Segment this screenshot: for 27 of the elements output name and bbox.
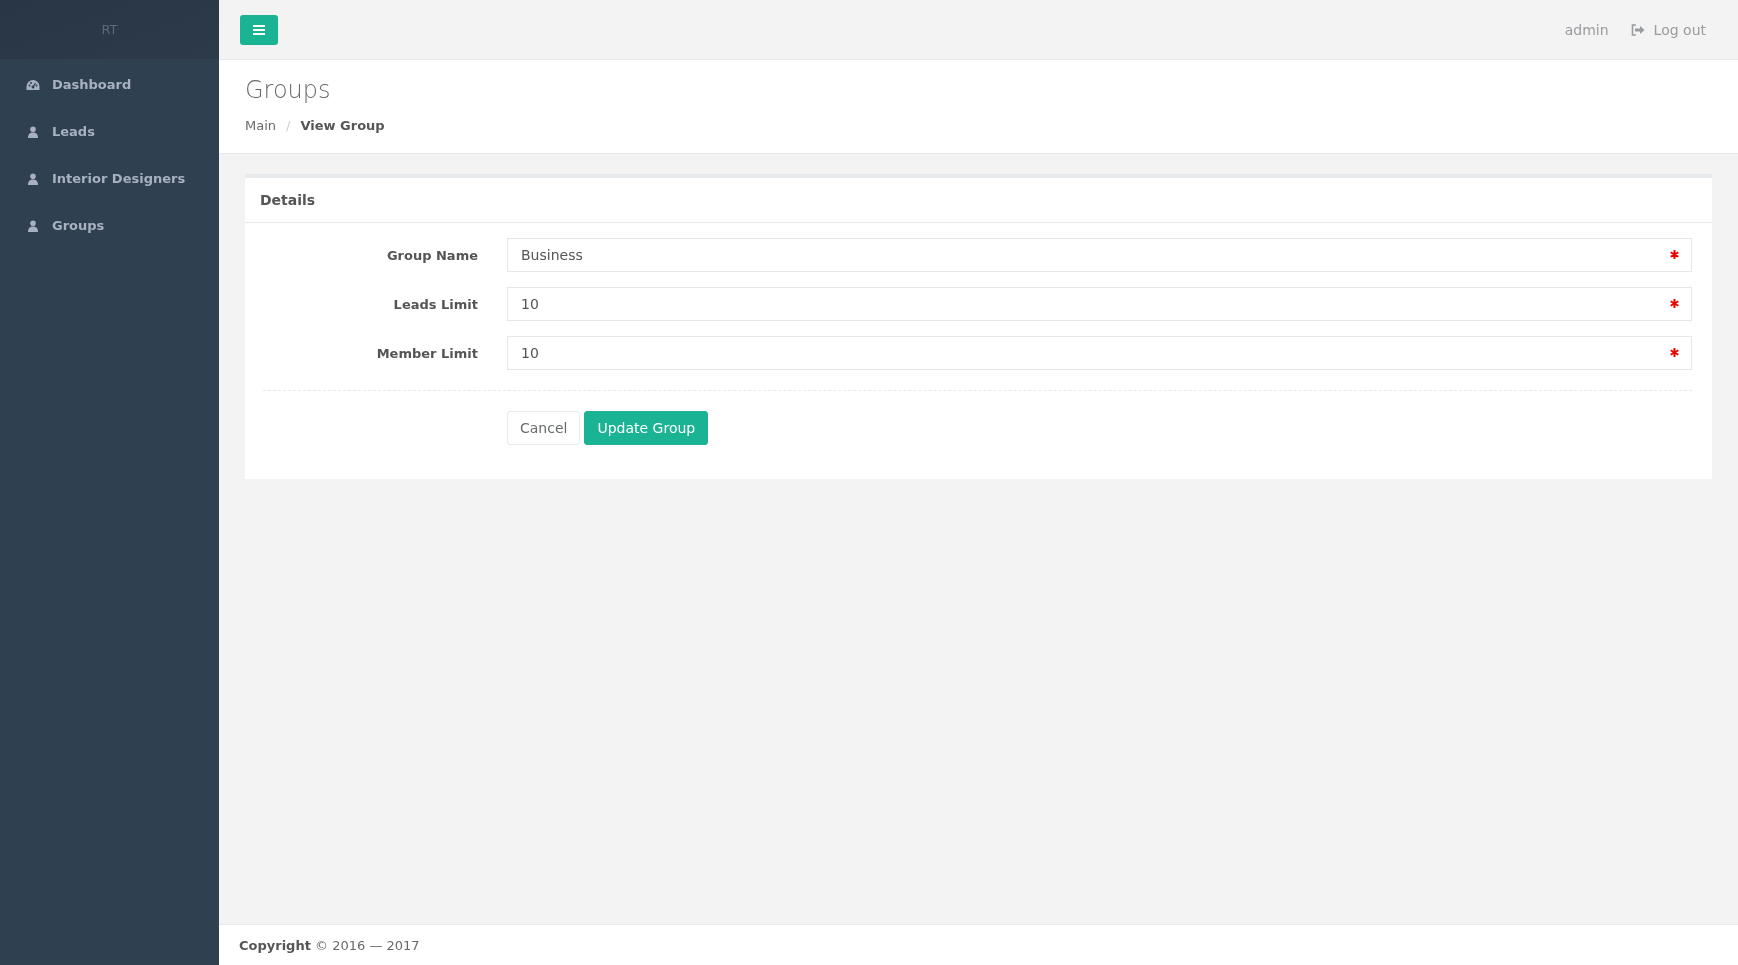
sign-out-icon: [1630, 23, 1645, 36]
page-title: Groups: [245, 76, 332, 104]
user-icon: [26, 172, 40, 185]
input-field[interactable]: 10: [507, 336, 1692, 370]
field-label: Member Limit: [375, 345, 478, 361]
field-label: Group Name: [385, 247, 478, 263]
breadcrumb-separator: /: [286, 118, 291, 133]
sidebar-item[interactable]: Groups: [0, 202, 219, 249]
submit-button[interactable]: Update Group: [584, 411, 709, 445]
dashboard-icon: [26, 78, 40, 91]
user-icon: [26, 125, 40, 138]
breadcrumb-link[interactable]: Main: [245, 118, 277, 133]
input-field[interactable]: 10: [507, 287, 1692, 321]
menu-icon: [253, 24, 265, 35]
user-icon: [26, 219, 40, 232]
footer-text: Copyright © 2016 — 2017: [219, 924, 1738, 965]
panel-title: Details: [245, 178, 1712, 223]
username: admin: [1564, 21, 1609, 38]
sidebar-item[interactable]: Leads: [0, 108, 219, 155]
logout-link[interactable]: Log out: [1630, 21, 1716, 38]
menu-button[interactable]: [240, 14, 278, 45]
breadcrumb-current: View Group: [300, 118, 385, 133]
sidebar-item[interactable]: Dashboard: [0, 61, 219, 108]
field-label: Leads Limit: [392, 296, 478, 312]
input-field[interactable]: Business: [507, 238, 1692, 272]
cancel-button[interactable]: Cancel: [507, 411, 581, 445]
sidebar-item[interactable]: Interior Designers: [0, 155, 219, 202]
